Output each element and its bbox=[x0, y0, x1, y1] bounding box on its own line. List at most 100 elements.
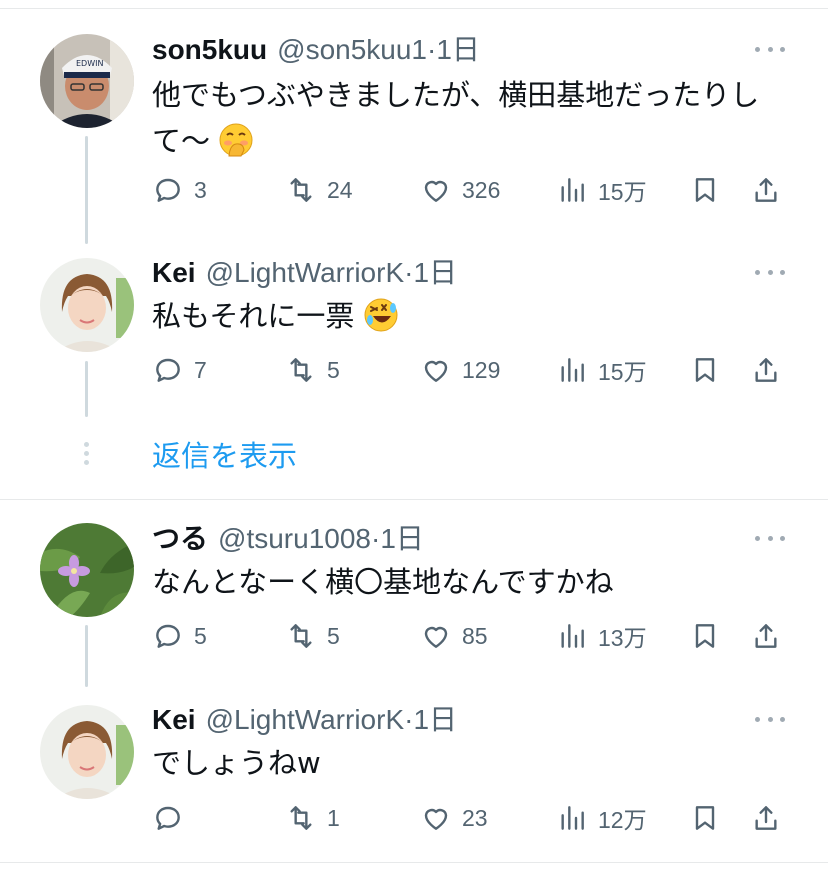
reply-button[interactable]: 3 bbox=[152, 170, 207, 210]
display-name[interactable]: つる bbox=[152, 519, 208, 559]
views-button[interactable]: 15万 bbox=[556, 350, 647, 390]
share-icon bbox=[755, 624, 777, 648]
tweet-actions: 5 5 85 13万 bbox=[152, 616, 792, 656]
timestamp[interactable]: 1日 bbox=[413, 257, 457, 288]
display-name[interactable]: Kei bbox=[152, 253, 196, 293]
tweet-text-line2: て〜 bbox=[152, 124, 211, 158]
avatar[interactable] bbox=[40, 258, 134, 352]
thread-divider bbox=[0, 499, 828, 500]
tweet-text-line1: 他でもつぶやきましたが、横田基地だったりし bbox=[152, 78, 760, 112]
timestamp[interactable]: 1日 bbox=[436, 34, 480, 65]
like-button[interactable]: 85 bbox=[420, 616, 488, 656]
reply-icon bbox=[156, 806, 180, 830]
views-button[interactable]: 13万 bbox=[556, 616, 647, 656]
retweet-count: 24 bbox=[327, 176, 353, 203]
display-name[interactable]: Kei bbox=[152, 700, 196, 740]
show-replies-link[interactable]: 返信を表示 bbox=[152, 436, 297, 476]
avatar[interactable] bbox=[40, 705, 134, 799]
tweet-text: でしょうねw bbox=[152, 740, 792, 786]
user-handle[interactable]: @LightWarriorK·1日 bbox=[206, 253, 457, 293]
views-count: 13万 bbox=[598, 625, 647, 651]
avatar-tsuru-image bbox=[40, 523, 134, 617]
avatar-kei-image bbox=[40, 705, 134, 799]
tweet-text-line: でしょうねw bbox=[152, 746, 321, 780]
retweet-button[interactable]: 5 bbox=[285, 350, 340, 390]
share-icon bbox=[755, 358, 777, 382]
thread-line bbox=[85, 136, 88, 244]
tweet-header: つる @tsuru1008·1日 bbox=[152, 519, 424, 559]
reply-icon bbox=[156, 178, 180, 202]
more-icon[interactable] bbox=[755, 270, 785, 278]
rolling-on-floor-laughing-emoji bbox=[364, 298, 398, 332]
thread-line bbox=[85, 361, 88, 417]
avatar[interactable]: EDWIN bbox=[40, 34, 134, 128]
views-icon bbox=[561, 178, 584, 202]
avatar-son5kuu-image: EDWIN bbox=[40, 34, 134, 128]
like-button[interactable]: 326 bbox=[420, 170, 500, 210]
share-button[interactable] bbox=[750, 798, 782, 838]
bookmark-icon bbox=[695, 358, 715, 382]
bookmark-button[interactable] bbox=[689, 170, 721, 210]
like-count: 85 bbox=[462, 622, 488, 649]
tweet-text-line: なんとなーく横〇基地なんですかね bbox=[152, 565, 614, 599]
bookmark-button[interactable] bbox=[689, 350, 721, 390]
timestamp[interactable]: 1日 bbox=[413, 704, 457, 735]
views-button[interactable]: 15万 bbox=[556, 170, 647, 210]
tweet-text: なんとなーく横〇基地なんですかね bbox=[152, 559, 792, 605]
like-icon bbox=[424, 360, 448, 382]
reply-count: 3 bbox=[194, 176, 207, 203]
share-button[interactable] bbox=[750, 170, 782, 210]
reply-button[interactable] bbox=[152, 798, 194, 838]
views-icon bbox=[561, 806, 584, 830]
reply-button[interactable]: 5 bbox=[152, 616, 207, 656]
retweet-button[interactable]: 24 bbox=[285, 170, 353, 210]
svg-text:EDWIN: EDWIN bbox=[76, 59, 103, 68]
tweet-actions: 7 5 129 15万 bbox=[152, 350, 792, 390]
retweet-count: 5 bbox=[327, 356, 340, 383]
like-count: 129 bbox=[462, 356, 501, 383]
tweet-header: Kei @LightWarriorK·1日 bbox=[152, 700, 457, 740]
more-icon[interactable] bbox=[755, 47, 785, 55]
retweet-count: 1 bbox=[327, 804, 340, 831]
tweet-header: Kei @LightWarriorK·1日 bbox=[152, 253, 457, 293]
display-name[interactable]: son5kuu bbox=[152, 30, 267, 70]
more-icon[interactable] bbox=[755, 717, 785, 725]
retweet-icon bbox=[290, 178, 312, 202]
views-icon bbox=[561, 624, 584, 648]
reply-button[interactable]: 7 bbox=[152, 350, 207, 390]
tweet-text-line: 私もそれに一票 bbox=[152, 299, 355, 333]
retweet-button[interactable]: 5 bbox=[285, 616, 340, 656]
avatar[interactable] bbox=[40, 523, 134, 617]
reply-icon bbox=[156, 358, 180, 382]
retweet-icon bbox=[290, 806, 312, 830]
retweet-button[interactable]: 1 bbox=[285, 798, 340, 838]
share-button[interactable] bbox=[750, 616, 782, 656]
user-handle[interactable]: @tsuru1008·1日 bbox=[218, 519, 424, 559]
share-button[interactable] bbox=[750, 350, 782, 390]
like-button[interactable]: 129 bbox=[420, 350, 500, 390]
like-icon bbox=[424, 626, 448, 648]
like-count: 326 bbox=[462, 176, 501, 203]
share-icon bbox=[755, 806, 777, 830]
views-button[interactable]: 12万 bbox=[556, 798, 647, 838]
tweet-header: son5kuu @son5kuu1·1日 bbox=[152, 30, 480, 70]
reply-count: 5 bbox=[194, 622, 207, 649]
like-icon bbox=[424, 808, 448, 830]
more-icon[interactable] bbox=[755, 536, 785, 544]
views-count: 15万 bbox=[598, 359, 647, 385]
views-count: 15万 bbox=[598, 179, 647, 205]
bookmark-button[interactable] bbox=[689, 616, 721, 656]
like-icon bbox=[424, 180, 448, 202]
tweet-text: 他でもつぶやきましたが、横田基地だったりし て〜 bbox=[152, 72, 792, 164]
user-handle[interactable]: @son5kuu1·1日 bbox=[277, 30, 480, 70]
bookmark-icon bbox=[695, 624, 715, 648]
bookmark-icon bbox=[695, 178, 715, 202]
like-count: 23 bbox=[462, 804, 488, 831]
user-handle[interactable]: @LightWarriorK·1日 bbox=[206, 700, 457, 740]
retweet-count: 5 bbox=[327, 622, 340, 649]
bookmark-button[interactable] bbox=[689, 798, 721, 838]
bottom-divider bbox=[0, 862, 828, 863]
timestamp[interactable]: 1日 bbox=[380, 523, 424, 554]
top-divider bbox=[0, 8, 828, 9]
like-button[interactable]: 23 bbox=[420, 798, 488, 838]
